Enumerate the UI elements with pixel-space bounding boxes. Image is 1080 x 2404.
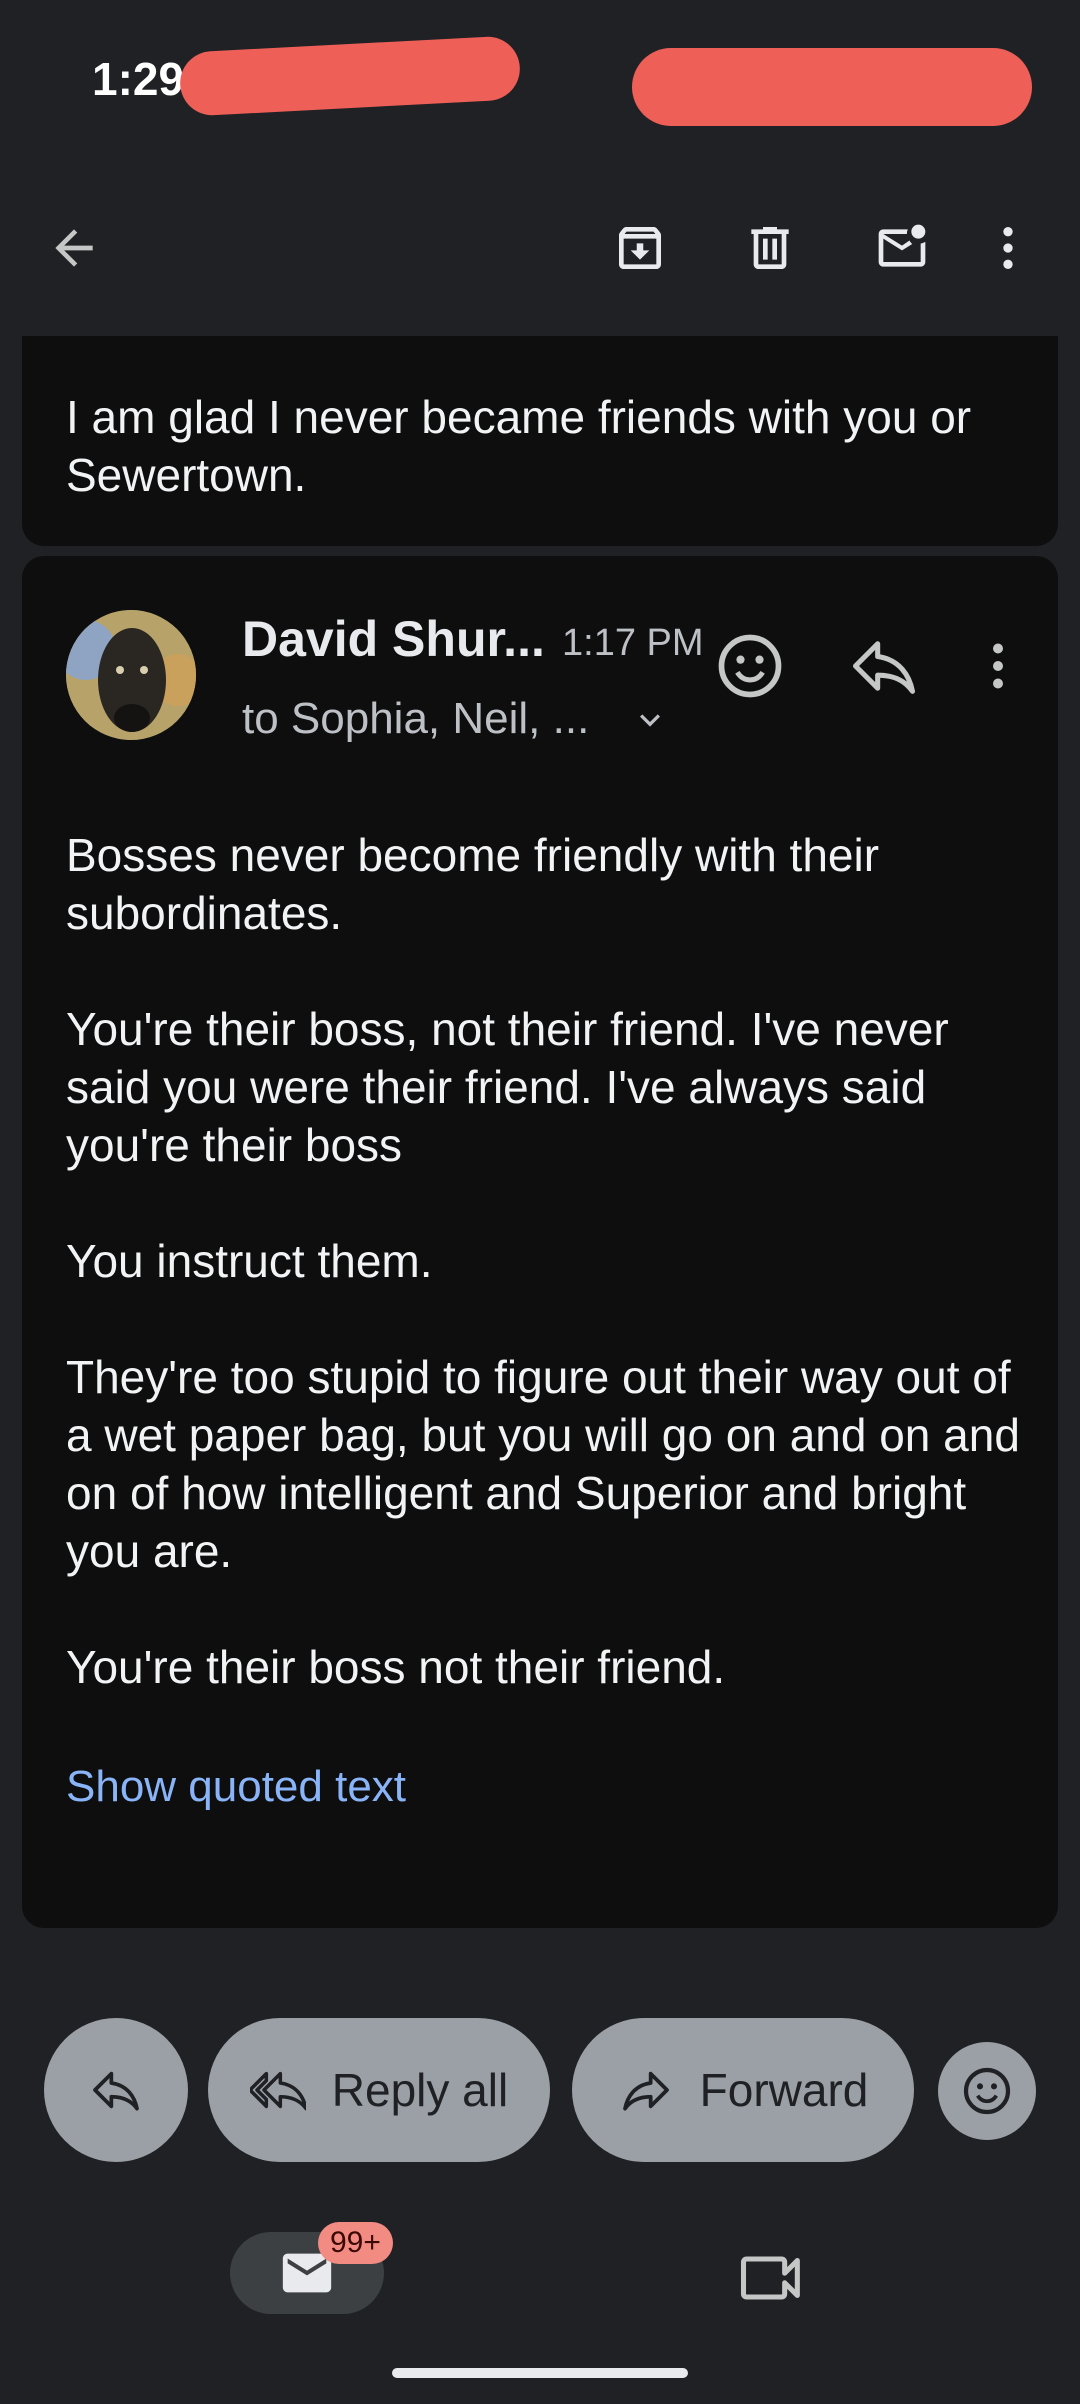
delete-icon[interactable] [732,210,808,286]
home-indicator[interactable] [392,2368,688,2378]
reply-button[interactable] [44,2018,188,2162]
chevron-down-icon[interactable] [630,700,670,740]
message-paragraph: You're their boss, not their friend. I'v… [66,1003,962,1171]
reply-icon[interactable] [846,628,922,704]
recipients-summary[interactable]: to Sophia, Neil, ... [242,694,589,744]
emoji-icon [963,2067,1011,2115]
archive-icon[interactable] [602,210,678,286]
back-arrow-icon[interactable] [36,210,112,286]
redaction-mark [632,48,1032,126]
avatar[interactable] [66,610,196,740]
message-more-icon[interactable] [968,628,1028,704]
message-paragraph: Bosses never become friendly with their … [66,829,892,939]
previous-message-text: I am glad I never became friends with yo… [66,391,972,501]
message-body: Bosses never become friendly with their … [66,826,1036,1754]
reply-all-label: Reply all [331,2064,509,2116]
message-paragraph: You're their boss not their friend. [66,1641,726,1693]
message-time: 1:17 PM [562,622,704,664]
meet-tab[interactable] [734,2240,810,2316]
emoji-reaction-button[interactable] [938,2042,1036,2140]
forward-label: Forward [699,2064,869,2116]
forward-button[interactable]: Forward [572,2018,914,2162]
message-paragraph: They're too stupid to figure out their w… [66,1351,1033,1577]
mark-unread-icon[interactable] [864,210,940,286]
video-camera-icon [740,2256,800,2300]
reply-all-button[interactable]: Reply all [208,2018,550,2162]
forward-icon [622,2071,669,2111]
more-vert-icon[interactable] [980,210,1036,286]
reply-all-icon [249,2071,306,2111]
emoji-reaction-icon[interactable] [712,628,788,704]
unread-count-badge: 99+ [318,2222,393,2264]
sender-name[interactable]: David Shur... [242,610,545,668]
message-paragraph: You instruct them. [66,1235,433,1287]
status-time: 1:29 [92,53,185,105]
show-quoted-text-link[interactable]: Show quoted text [66,1762,406,1812]
reply-icon [93,2071,139,2111]
redaction-mark [178,35,522,117]
